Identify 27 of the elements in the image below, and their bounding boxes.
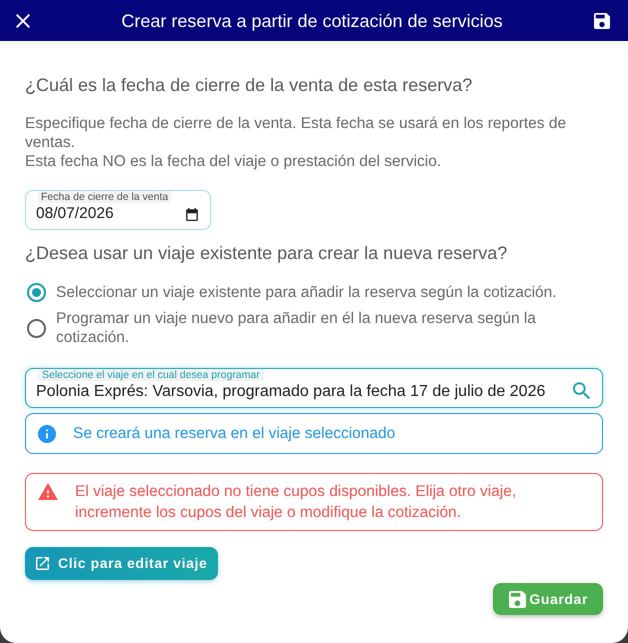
save-icon[interactable]	[594, 12, 610, 28]
radio-button[interactable]	[27, 283, 46, 302]
field-label: Fecha de cierre de la venta	[38, 191, 172, 203]
search-icon[interactable]	[573, 382, 590, 399]
save-icon	[509, 590, 526, 608]
radio-button[interactable]	[27, 318, 46, 338]
description-text: Esta fecha NO es la fecha del viaje o prestación del servicio.	[25, 152, 442, 171]
warning-icon	[38, 483, 58, 500]
description-text: Especifique fecha de cierre de la venta. Esta fecha se usará en los reportes de ventas.	[25, 114, 568, 152]
radio-label[interactable]: Programar un viaje nuevo para añadir en él la nueva reserva según la cotización.	[56, 309, 603, 347]
field-value: 08/07/2026	[36, 204, 114, 224]
dialog-title: Crear reserva a partir de cotización de servicios	[120, 10, 504, 32]
radio-label[interactable]: Seleccionar un viaje existente para añadir la reserva según la cotización.	[56, 283, 557, 302]
external-link-icon	[36, 557, 49, 570]
alert-text: Se creará una reserva en el viaje seleccionado	[73, 424, 396, 444]
field-label: Seleccione el viaje en el cual desea programar	[38, 369, 264, 381]
alert-text: El viaje seleccionado no tiene cupos disponibles. Elija otro viaje, incremente los cupos del viaje o modifique la cotización.	[75, 482, 518, 523]
date-field[interactable]: Fecha de cierre de la venta 08/07/2026	[25, 190, 211, 230]
section-heading: ¿Cuál es la fecha de cierre de la venta de esta reserva?	[25, 74, 474, 97]
info-icon	[38, 424, 56, 442]
section-heading: ¿Desea usar un viaje existente para crear la nueva reserva?	[25, 242, 508, 265]
trip-select-field[interactable]: Seleccione el viaje en el cual desea programar Polonia Exprés: Varsovia, programado para la fecha 17 de julio de 2026	[25, 368, 603, 408]
field-value: Polonia Exprés: Varsovia, programado para la fecha 17 de julio de 2026	[36, 382, 546, 402]
calendar-icon[interactable]	[186, 208, 198, 221]
close-icon[interactable]	[16, 14, 30, 28]
edit-trip-button[interactable]: Clic para editar viaje	[25, 547, 218, 580]
save-button[interactable]: Guardar	[493, 583, 603, 615]
